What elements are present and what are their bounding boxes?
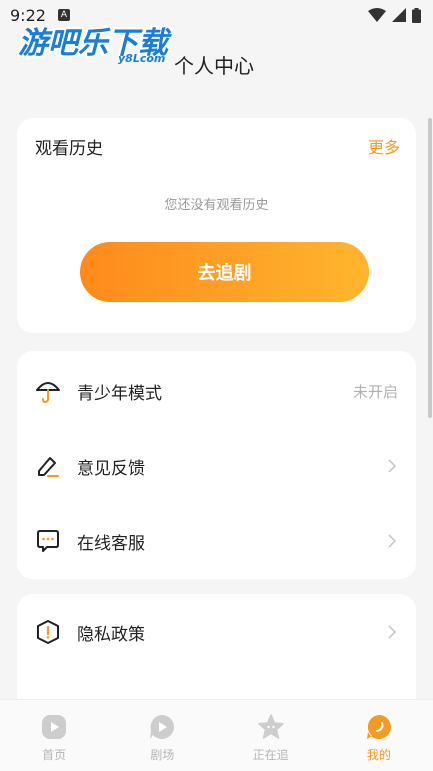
play-square-icon — [42, 715, 67, 739]
watch-history-empty-text: 您还没有观看历史 — [164, 198, 269, 213]
star-icon — [257, 714, 284, 739]
tab-home[interactable]: 首页 — [0, 700, 108, 771]
tab-following-label: 正在追 — [252, 748, 289, 762]
chevron-right-icon — [388, 625, 397, 639]
page-title: 个人中心 — [174, 54, 254, 78]
play-circle-icon — [150, 715, 175, 739]
menu-item-feedback[interactable]: 意见反馈 — [17, 428, 416, 504]
watermark-logo: 游吧乐下载 y8Lcom — [18, 18, 188, 66]
settings-menu-card: 青少年模式 未开启 意见反馈 在线客服 — [17, 351, 416, 579]
youth-mode-status: 未开启 — [352, 382, 398, 401]
watch-history-title: 观看历史 — [35, 139, 103, 159]
chevron-right-icon — [388, 534, 397, 548]
menu-item-online-service-label: 在线客服 — [77, 533, 145, 554]
tab-following[interactable]: 正在追 — [217, 700, 325, 771]
chevron-right-icon — [388, 459, 397, 473]
menu-item-feedback-label: 意见反馈 — [77, 458, 145, 479]
tab-home-label: 首页 — [42, 748, 67, 762]
watch-history-more-link[interactable]: 更多 — [368, 134, 400, 158]
battery-icon — [412, 7, 421, 23]
tab-theater[interactable]: 剧场 — [108, 700, 216, 771]
shield-alert-icon — [35, 619, 61, 645]
menu-item-online-service[interactable]: 在线客服 — [17, 503, 416, 579]
tab-mine[interactable]: 我的 — [325, 700, 433, 771]
tab-mine-label: 我的 — [366, 748, 391, 762]
chat-icon — [35, 528, 61, 554]
status-icons — [368, 7, 421, 23]
tab-theater-label: 剧场 — [150, 748, 175, 762]
watch-history-card: 观看历史 更多 您还没有观看历史 去追剧 — [17, 118, 416, 333]
menu-item-youth-mode-label: 青少年模式 — [77, 383, 162, 404]
menu-item-privacy-policy-label: 隐私政策 — [77, 624, 145, 645]
watermark-sub-text: y8Lcom — [118, 52, 166, 65]
bottom-tab-bar: 首页 剧场 正在追 我的 — [0, 699, 433, 771]
menu-item-youth-mode[interactable]: 青少年模式 未开启 — [17, 353, 416, 429]
menu-item-privacy-policy[interactable]: 隐私政策 — [17, 594, 416, 670]
umbrella-icon — [35, 378, 61, 404]
edit-icon — [35, 453, 61, 479]
wifi-icon — [368, 8, 386, 22]
user-moon-icon — [366, 715, 391, 739]
go-watch-button[interactable]: 去追剧 — [80, 242, 369, 302]
scrollbar[interactable] — [428, 118, 432, 418]
signal-icon — [392, 8, 406, 22]
